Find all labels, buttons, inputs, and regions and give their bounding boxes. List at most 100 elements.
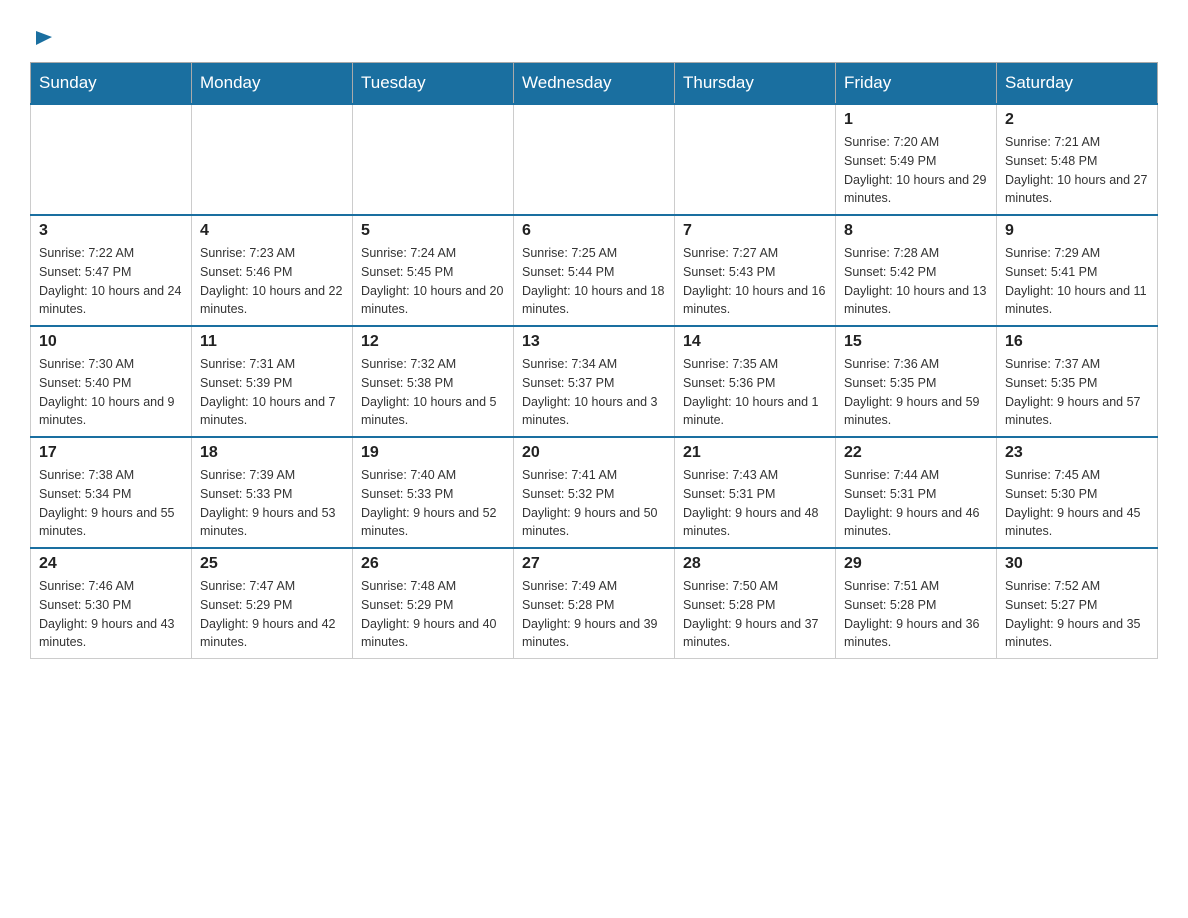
calendar-cell: 11 Sunrise: 7:31 AMSunset: 5:39 PMDayligh… <box>192 326 353 437</box>
calendar-cell: 29 Sunrise: 7:51 AMSunset: 5:28 PMDayligh… <box>836 548 997 659</box>
weekday-header-sunday: Sunday <box>31 63 192 105</box>
week-row-4: 17 Sunrise: 7:38 AMSunset: 5:34 PMDayligh… <box>31 437 1158 548</box>
day-number: 23 <box>1005 444 1149 462</box>
day-info: Sunrise: 7:31 AMSunset: 5:39 PMDaylight:… <box>200 355 344 430</box>
day-info: Sunrise: 7:50 AMSunset: 5:28 PMDaylight:… <box>683 577 827 652</box>
calendar-cell: 30 Sunrise: 7:52 AMSunset: 5:27 PMDayligh… <box>997 548 1158 659</box>
day-info: Sunrise: 7:49 AMSunset: 5:28 PMDaylight:… <box>522 577 666 652</box>
day-number: 12 <box>361 333 505 351</box>
calendar-cell: 7 Sunrise: 7:27 AMSunset: 5:43 PMDaylight… <box>675 215 836 326</box>
calendar-cell: 3 Sunrise: 7:22 AMSunset: 5:47 PMDaylight… <box>31 215 192 326</box>
day-number: 15 <box>844 333 988 351</box>
week-row-3: 10 Sunrise: 7:30 AMSunset: 5:40 PMDayligh… <box>31 326 1158 437</box>
calendar-cell: 10 Sunrise: 7:30 AMSunset: 5:40 PMDayligh… <box>31 326 192 437</box>
day-info: Sunrise: 7:40 AMSunset: 5:33 PMDaylight:… <box>361 466 505 541</box>
day-info: Sunrise: 7:38 AMSunset: 5:34 PMDaylight:… <box>39 466 183 541</box>
day-number: 6 <box>522 222 666 240</box>
calendar-cell: 14 Sunrise: 7:35 AMSunset: 5:36 PMDayligh… <box>675 326 836 437</box>
calendar-cell: 23 Sunrise: 7:45 AMSunset: 5:30 PMDayligh… <box>997 437 1158 548</box>
day-number: 30 <box>1005 555 1149 573</box>
calendar-cell: 22 Sunrise: 7:44 AMSunset: 5:31 PMDayligh… <box>836 437 997 548</box>
day-number: 24 <box>39 555 183 573</box>
day-info: Sunrise: 7:32 AMSunset: 5:38 PMDaylight:… <box>361 355 505 430</box>
calendar-cell: 13Sunrise: 7:34 AMSunset: 5:37 PMDayligh… <box>514 326 675 437</box>
weekday-header-monday: Monday <box>192 63 353 105</box>
week-row-2: 3 Sunrise: 7:22 AMSunset: 5:47 PMDaylight… <box>31 215 1158 326</box>
weekday-header-tuesday: Tuesday <box>353 63 514 105</box>
day-number: 14 <box>683 333 827 351</box>
day-info: Sunrise: 7:30 AMSunset: 5:40 PMDaylight:… <box>39 355 183 430</box>
day-number: 17 <box>39 444 183 462</box>
day-info: Sunrise: 7:20 AMSunset: 5:49 PMDaylight:… <box>844 133 988 208</box>
calendar-cell <box>353 104 514 215</box>
day-number: 11 <box>200 333 344 351</box>
day-info: Sunrise: 7:37 AMSunset: 5:35 PMDaylight:… <box>1005 355 1149 430</box>
day-number: 13 <box>522 333 666 351</box>
day-info: Sunrise: 7:44 AMSunset: 5:31 PMDaylight:… <box>844 466 988 541</box>
day-number: 25 <box>200 555 344 573</box>
day-info: Sunrise: 7:24 AMSunset: 5:45 PMDaylight:… <box>361 244 505 319</box>
day-number: 26 <box>361 555 505 573</box>
day-number: 21 <box>683 444 827 462</box>
day-info: Sunrise: 7:29 AMSunset: 5:41 PMDaylight:… <box>1005 244 1149 319</box>
calendar-cell: 24 Sunrise: 7:46 AMSunset: 5:30 PMDayligh… <box>31 548 192 659</box>
day-number: 16 <box>1005 333 1149 351</box>
calendar-cell: 27 Sunrise: 7:49 AMSunset: 5:28 PMDayligh… <box>514 548 675 659</box>
weekday-header-thursday: Thursday <box>675 63 836 105</box>
day-info: Sunrise: 7:51 AMSunset: 5:28 PMDaylight:… <box>844 577 988 652</box>
calendar-cell: 28 Sunrise: 7:50 AMSunset: 5:28 PMDayligh… <box>675 548 836 659</box>
day-info: Sunrise: 7:22 AMSunset: 5:47 PMDaylight:… <box>39 244 183 319</box>
day-info: Sunrise: 7:23 AMSunset: 5:46 PMDaylight:… <box>200 244 344 319</box>
calendar-cell <box>31 104 192 215</box>
day-number: 22 <box>844 444 988 462</box>
day-info: Sunrise: 7:46 AMSunset: 5:30 PMDaylight:… <box>39 577 183 652</box>
day-number: 20 <box>522 444 666 462</box>
day-number: 19 <box>361 444 505 462</box>
day-info: Sunrise: 7:43 AMSunset: 5:31 PMDaylight:… <box>683 466 827 541</box>
day-number: 9 <box>1005 222 1149 240</box>
calendar-cell: 15 Sunrise: 7:36 AMSunset: 5:35 PMDayligh… <box>836 326 997 437</box>
day-info: Sunrise: 7:52 AMSunset: 5:27 PMDaylight:… <box>1005 577 1149 652</box>
calendar-cell: 21 Sunrise: 7:43 AMSunset: 5:31 PMDayligh… <box>675 437 836 548</box>
calendar-cell: 5 Sunrise: 7:24 AMSunset: 5:45 PMDaylight… <box>353 215 514 326</box>
day-number: 10 <box>39 333 183 351</box>
calendar-cell: 17 Sunrise: 7:38 AMSunset: 5:34 PMDayligh… <box>31 437 192 548</box>
calendar-cell: 9 Sunrise: 7:29 AMSunset: 5:41 PMDaylight… <box>997 215 1158 326</box>
day-number: 18 <box>200 444 344 462</box>
day-number: 4 <box>200 222 344 240</box>
calendar-cell: 4 Sunrise: 7:23 AMSunset: 5:46 PMDaylight… <box>192 215 353 326</box>
day-number: 1 <box>844 111 988 129</box>
day-info: Sunrise: 7:39 AMSunset: 5:33 PMDaylight:… <box>200 466 344 541</box>
logo-triangle-icon <box>34 27 54 52</box>
weekday-header-friday: Friday <box>836 63 997 105</box>
calendar-table: SundayMondayTuesdayWednesdayThursdayFrid… <box>30 62 1158 659</box>
day-number: 8 <box>844 222 988 240</box>
day-number: 3 <box>39 222 183 240</box>
calendar-cell: 18 Sunrise: 7:39 AMSunset: 5:33 PMDayligh… <box>192 437 353 548</box>
day-info: Sunrise: 7:41 AMSunset: 5:32 PMDaylight:… <box>522 466 666 541</box>
day-info: Sunrise: 7:25 AMSunset: 5:44 PMDaylight:… <box>522 244 666 319</box>
day-info: Sunrise: 7:47 AMSunset: 5:29 PMDaylight:… <box>200 577 344 652</box>
calendar-cell: 20 Sunrise: 7:41 AMSunset: 5:32 PMDayligh… <box>514 437 675 548</box>
calendar-cell: 26Sunrise: 7:48 AMSunset: 5:29 PMDayligh… <box>353 548 514 659</box>
calendar-cell: 6 Sunrise: 7:25 AMSunset: 5:44 PMDaylight… <box>514 215 675 326</box>
day-info: Sunrise: 7:27 AMSunset: 5:43 PMDaylight:… <box>683 244 827 319</box>
page-header <box>30 20 1158 52</box>
weekday-header-saturday: Saturday <box>997 63 1158 105</box>
day-number: 29 <box>844 555 988 573</box>
calendar-cell: 1 Sunrise: 7:20 AMSunset: 5:49 PMDaylight… <box>836 104 997 215</box>
logo <box>30 25 54 52</box>
calendar-cell: 2Sunrise: 7:21 AMSunset: 5:48 PMDaylight… <box>997 104 1158 215</box>
day-number: 7 <box>683 222 827 240</box>
calendar-cell <box>675 104 836 215</box>
calendar-cell: 25 Sunrise: 7:47 AMSunset: 5:29 PMDayligh… <box>192 548 353 659</box>
calendar-cell <box>514 104 675 215</box>
day-info: Sunrise: 7:36 AMSunset: 5:35 PMDaylight:… <box>844 355 988 430</box>
day-number: 28 <box>683 555 827 573</box>
calendar-cell: 19 Sunrise: 7:40 AMSunset: 5:33 PMDayligh… <box>353 437 514 548</box>
day-info: Sunrise: 7:35 AMSunset: 5:36 PMDaylight:… <box>683 355 827 430</box>
day-number: 27 <box>522 555 666 573</box>
day-number: 5 <box>361 222 505 240</box>
day-info: Sunrise: 7:45 AMSunset: 5:30 PMDaylight:… <box>1005 466 1149 541</box>
day-number: 2 <box>1005 111 1149 129</box>
